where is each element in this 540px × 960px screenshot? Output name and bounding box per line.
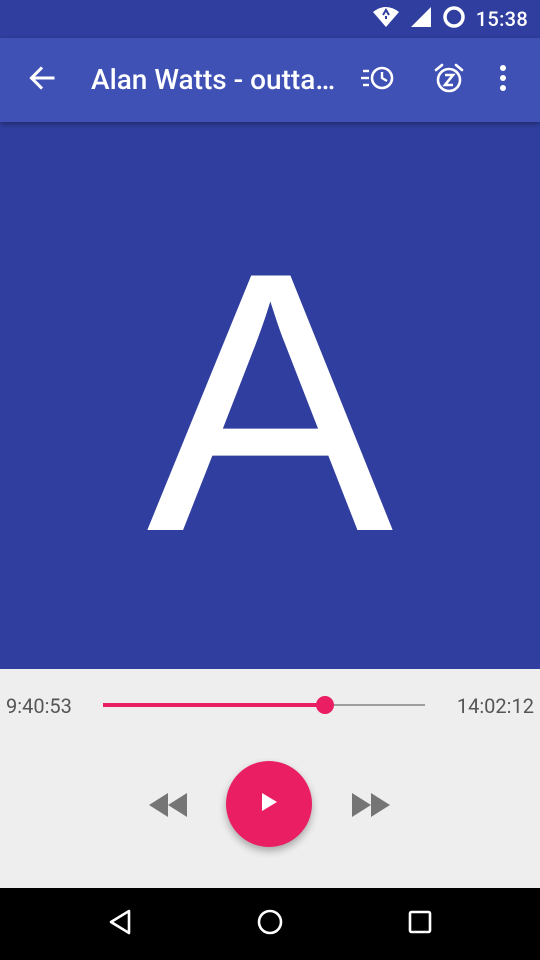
more-vert-icon [498,64,508,96]
status-time: 15:38 [475,7,528,31]
nav-back-button[interactable] [100,904,140,944]
elapsed-time: 9:40:53 [6,694,72,718]
recents-square-icon [407,909,433,939]
nav-recents-button[interactable] [400,904,440,944]
play-icon [259,791,279,817]
home-circle-icon [256,908,284,940]
arrow-back-icon [28,64,56,96]
seek-bar[interactable] [103,696,425,714]
sleep-timer-button[interactable] [429,60,469,100]
cover-art: A [0,122,540,669]
fast-forward-button[interactable] [349,787,393,827]
seek-bar-thumb[interactable] [316,696,335,714]
rewind-button[interactable] [146,787,190,827]
back-button[interactable] [22,60,62,100]
page-title: Alan Watts - outtakes [91,63,336,96]
nav-home-button[interactable] [250,904,290,944]
player-controls: 9:40:53 14:02:12 [0,669,540,888]
playback-speed-icon [360,63,396,97]
wifi-icon [372,6,400,32]
status-icons: 15:38 [372,0,528,38]
back-triangle-icon [107,908,133,940]
cover-letter: A [146,195,394,609]
playback-speed-button[interactable] [358,60,398,100]
sync-circle-icon [442,5,466,33]
fast-forward-icon [350,791,392,823]
more-options-button[interactable] [483,60,523,100]
app-toolbar: Alan Watts - outtakes [0,38,540,122]
seek-bar-progress [103,703,326,707]
status-bar: 15:38 [0,0,540,38]
play-button[interactable] [226,761,312,847]
cell-signal-icon [410,6,432,32]
total-time: 14:02:12 [456,694,534,718]
rewind-icon [147,791,189,823]
sleep-timer-icon [432,61,466,99]
system-nav-bar [0,888,540,960]
